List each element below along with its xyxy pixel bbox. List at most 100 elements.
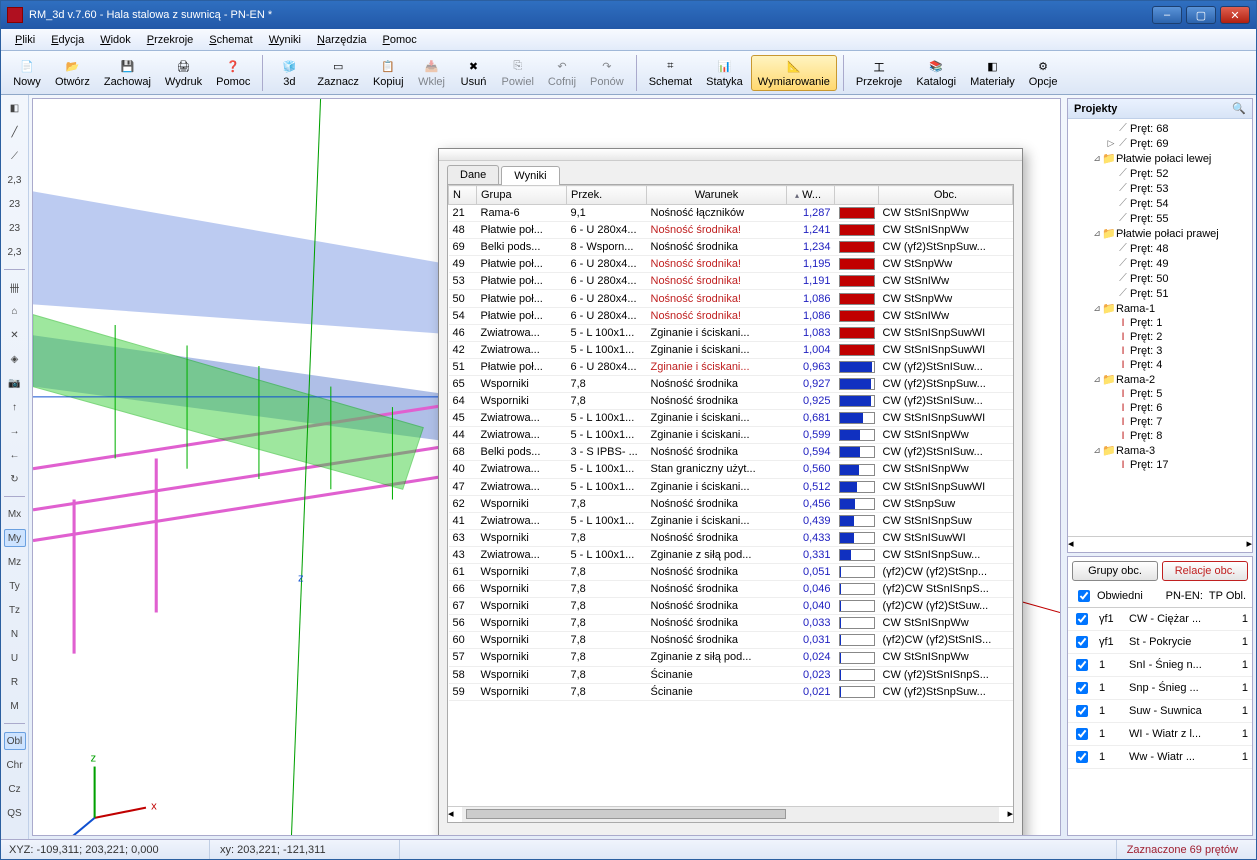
menu-widok[interactable]: Widok	[92, 31, 139, 49]
result-row[interactable]: 63Wsporniki7,8Nośność środnika0,433CW St…	[449, 529, 1013, 546]
menu-wyniki[interactable]: Wyniki	[261, 31, 309, 49]
tab-dane[interactable]: Dane	[447, 165, 499, 184]
lt-top-0[interactable]: ◧	[4, 99, 26, 117]
result-row[interactable]: 41Zwiatrowa...5 - L 100x1...Zginanie i ś…	[449, 512, 1013, 529]
lt-U[interactable]: U	[4, 649, 26, 667]
tb-wymiarowanie[interactable]: 📐Wymiarowanie	[751, 55, 837, 91]
dokument-button[interactable]: ≣Dokument	[693, 835, 780, 836]
tree-item[interactable]: ⟋Pręt: 50	[1070, 271, 1250, 286]
relacje-obc-button[interactable]: Relacje obc.	[1162, 561, 1248, 581]
projects-tree[interactable]: ⟋Pręt: 68▷⟋Pręt: 69⊿📁Płatwie połaci lewe…	[1068, 119, 1252, 536]
lt-top-1[interactable]: ╱	[4, 123, 26, 141]
lt-QS[interactable]: QS	[4, 804, 26, 822]
col-1[interactable]: Grupa	[477, 186, 567, 205]
tree-item[interactable]: ⊿📁Płatwie połaci lewej	[1070, 151, 1250, 166]
tree-item[interactable]: IPręt: 17	[1070, 458, 1250, 472]
result-row[interactable]: 47Zwiatrowa...5 - L 100x1...Zginanie i ś…	[449, 478, 1013, 495]
result-row[interactable]: 60Wsporniki7,8Nośność środnika0,031(γf2)…	[449, 632, 1013, 649]
zamknij-button[interactable]: ✕Zamknij	[936, 835, 1012, 836]
lt-mid-5[interactable]: ↑	[4, 398, 26, 416]
menu-pliki[interactable]: Pliki	[7, 31, 43, 49]
load-row[interactable]: γf1CW - Ciężar ...1	[1068, 608, 1252, 631]
viewport-3d[interactable]: x z z Dane Wyniki NGrupaPrzek.Warunek▴	[32, 98, 1061, 836]
tb-kopiuj[interactable]: 📋Kopiuj	[367, 56, 410, 90]
lt-top-5[interactable]: 23	[4, 219, 26, 237]
lt-M[interactable]: M	[4, 697, 26, 715]
result-row[interactable]: 46Zwiatrowa...5 - L 100x1...Zginanie i ś…	[449, 324, 1013, 341]
tree-item[interactable]: ⊿📁Płatwie połaci prawej	[1070, 226, 1250, 241]
tree-item[interactable]: IPręt: 5	[1070, 387, 1250, 401]
col-0[interactable]: N	[449, 186, 477, 205]
load-row[interactable]: 1Suw - Suwnica1	[1068, 700, 1252, 723]
result-row[interactable]: 49Płatwie poł...6 - U 280x4...Nośność śr…	[449, 256, 1013, 273]
col-3[interactable]: Warunek	[647, 186, 787, 205]
tb-pomoc[interactable]: ❓Pomoc	[210, 56, 256, 90]
tree-item[interactable]: IPręt: 7	[1070, 415, 1250, 429]
tree-item[interactable]: ⟋Pręt: 55	[1070, 211, 1250, 226]
result-row[interactable]: 64Wsporniki7,8Nośność środnika0,925CW (γ…	[449, 393, 1013, 410]
lt-Obl[interactable]: Obl	[4, 732, 26, 750]
tb-otwórz[interactable]: 📂Otwórz	[49, 56, 96, 90]
col-2[interactable]: Przek.	[567, 186, 647, 205]
tree-item[interactable]: ⊿📁Rama-2	[1070, 372, 1250, 387]
result-row[interactable]: 59Wsporniki7,8Ścinanie0,021CW (γf2)StSnp…	[449, 683, 1013, 700]
lt-top-6[interactable]: 2,3	[4, 243, 26, 261]
tree-item[interactable]: ⟋Pręt: 51	[1070, 286, 1250, 301]
lt-top-3[interactable]: 2,3	[4, 171, 26, 189]
lt-My[interactable]: My	[4, 529, 26, 547]
lt-N[interactable]: N	[4, 625, 26, 643]
tb-usuń[interactable]: ✖Usuń	[454, 56, 494, 90]
tree-item[interactable]: IPręt: 6	[1070, 401, 1250, 415]
grupy-obc-button[interactable]: Grupy obc.	[1072, 561, 1158, 581]
main-toolbar[interactable]: 📄Nowy📂Otwórz💾Zachowaj🖨Wydruk❓Pomoc🧊3d▭Za…	[1, 51, 1256, 95]
result-row[interactable]: 67Wsporniki7,8Nośność środnika0,040(γf2)…	[449, 598, 1013, 615]
tree-item[interactable]: IPręt: 3	[1070, 344, 1250, 358]
lt-Mx[interactable]: Mx	[4, 505, 26, 523]
lt-Chr[interactable]: Chr	[4, 756, 26, 774]
tb-statyka[interactable]: 📊Statyka	[700, 56, 749, 90]
result-row[interactable]: 43Zwiatrowa...5 - L 100x1...Zginanie z s…	[449, 546, 1013, 563]
result-row[interactable]: 68Belki pods...3 - S IPBS- ...Nośność śr…	[449, 444, 1013, 461]
lt-mid-6[interactable]: →	[4, 422, 26, 440]
tree-item[interactable]: IPręt: 2	[1070, 330, 1250, 344]
menu-bar[interactable]: PlikiEdycjaWidokPrzekrojeSchematWynikiNa…	[1, 29, 1256, 51]
tree-item[interactable]: ⊿📁Rama-1	[1070, 301, 1250, 316]
result-row[interactable]: 54Płatwie poł...6 - U 280x4...Nośność śr…	[449, 307, 1013, 324]
lt-mid-0[interactable]: 卌	[4, 278, 26, 296]
tb-zachowaj[interactable]: 💾Zachowaj	[98, 56, 157, 90]
tb-schemat[interactable]: ⌗Schemat	[643, 56, 698, 90]
close-button[interactable]: ✕	[1220, 6, 1250, 24]
tb-katalogi[interactable]: 📚Katalogi	[910, 56, 962, 90]
tree-item[interactable]: ⟋Pręt: 54	[1070, 196, 1250, 211]
load-row[interactable]: γf1St - Pokrycie1	[1068, 631, 1252, 654]
lt-mid-8[interactable]: ↻	[4, 470, 26, 488]
result-row[interactable]: 61Wsporniki7,8Nośność środnika0,051(γf2)…	[449, 563, 1013, 580]
lt-R[interactable]: R	[4, 673, 26, 691]
col-4[interactable]: ▴ W...	[787, 186, 835, 205]
tb-nowy[interactable]: 📄Nowy	[7, 56, 47, 90]
result-row[interactable]: 65Wsporniki7,8Nośność środnika0,927CW (γ…	[449, 375, 1013, 392]
result-row[interactable]: 56Wsporniki7,8Nośność środnika0,033CW St…	[449, 615, 1013, 632]
lt-mid-7[interactable]: ←	[4, 446, 26, 464]
load-row[interactable]: 1WI - Wiatr z l...1	[1068, 723, 1252, 746]
lt-mid-4[interactable]: 📷	[4, 374, 26, 392]
lt-top-4[interactable]: 23	[4, 195, 26, 213]
result-row[interactable]: 58Wsporniki7,8Ścinanie0,023CW (γf2)StSnI…	[449, 666, 1013, 683]
result-row[interactable]: 48Płatwie poł...6 - U 280x4...Nośność śr…	[449, 222, 1013, 239]
result-row[interactable]: 53Płatwie poł...6 - U 280x4...Nośność śr…	[449, 273, 1013, 290]
tree-item[interactable]: IPręt: 1	[1070, 316, 1250, 330]
search-icon[interactable]: 🔍	[1232, 102, 1246, 115]
lt-Tz[interactable]: Tz	[4, 601, 26, 619]
result-row[interactable]: 21Rama-69,1Nośność łączników1,287CW StSn…	[449, 205, 1013, 222]
tree-item[interactable]: IPręt: 8	[1070, 429, 1250, 443]
menu-narzędzia[interactable]: Narzędzia	[309, 31, 375, 49]
tree-item[interactable]: ⟋Pręt: 68	[1070, 121, 1250, 136]
lt-mid-1[interactable]: ⌂	[4, 302, 26, 320]
tree-item[interactable]: ⟋Pręt: 53	[1070, 181, 1250, 196]
lt-top-2[interactable]: ⟋	[4, 147, 26, 165]
result-row[interactable]: 42Zwiatrowa...5 - L 100x1...Zginanie i ś…	[449, 341, 1013, 358]
lt-mid-3[interactable]: ◈	[4, 350, 26, 368]
result-row[interactable]: 57Wsporniki7,8Zginanie z siłą pod...0,02…	[449, 649, 1013, 666]
tb-3d[interactable]: 🧊3d	[269, 56, 309, 90]
result-row[interactable]: 66Wsporniki7,8Nośność środnika0,046(γf2)…	[449, 581, 1013, 598]
